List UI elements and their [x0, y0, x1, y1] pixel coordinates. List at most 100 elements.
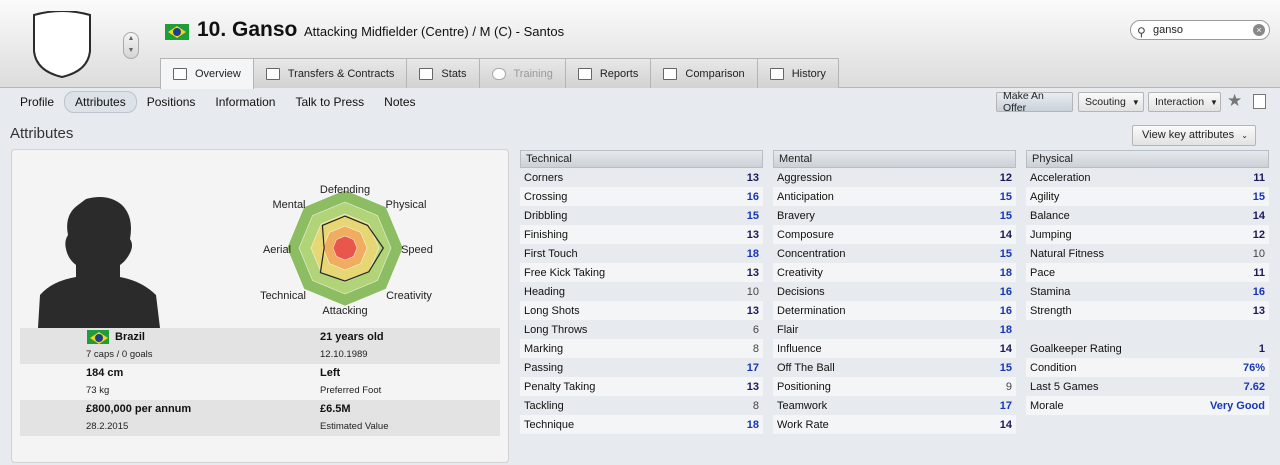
attribute-row[interactable]: Aggression 12	[773, 168, 1016, 187]
attribute-row[interactable]: Composure 14	[773, 225, 1016, 244]
attribute-name: Free Kick Taking	[524, 266, 606, 279]
attribute-name: Decisions	[777, 285, 825, 298]
attribute-row[interactable]: Technique 18	[520, 415, 763, 434]
attribute-value: 13	[746, 380, 759, 393]
attribute-name: Work Rate	[777, 418, 829, 431]
attribute-row[interactable]: Marking 8	[520, 339, 763, 358]
attribute-row[interactable]: Free Kick Taking 13	[520, 263, 763, 282]
add-note-icon[interactable]	[1253, 94, 1266, 109]
attribute-row[interactable]: Stamina 16	[1026, 282, 1269, 301]
attribute-value: 16	[999, 304, 1012, 317]
attribute-row[interactable]: Flair 18	[773, 320, 1016, 339]
subnav-profile[interactable]: Profile	[10, 92, 64, 112]
attribute-row[interactable]: Jumping 12	[1026, 225, 1269, 244]
contract-row: £800,000 per annum 28.2.2015 £6.5M Estim…	[20, 400, 500, 436]
tab-comparison[interactable]: Comparison	[650, 58, 758, 88]
player-name: 10. Ganso	[197, 18, 298, 41]
attribute-value: 14	[999, 228, 1012, 241]
attribute-name: Penalty Taking	[524, 380, 596, 393]
attribute-value: 18	[746, 418, 759, 431]
radar-label: Mental	[272, 199, 305, 211]
attribute-row[interactable]: Influence 14	[773, 339, 1016, 358]
tab-transfers[interactable]: Transfers & Contracts	[252, 58, 408, 88]
attribute-row[interactable]: Teamwork 17	[773, 396, 1016, 415]
tab-history[interactable]: History	[756, 58, 839, 88]
tab-overview[interactable]: Overview	[160, 58, 254, 89]
attribute-row[interactable]: Work Rate 14	[773, 415, 1016, 434]
attribute-row[interactable]: Tackling 8	[520, 396, 763, 415]
attribute-value: 14	[999, 342, 1012, 355]
physical-attributes: Physical Acceleration 11 Agility 15 Balance 1…	[1026, 150, 1269, 415]
attribute-row[interactable]: Strength 13	[1026, 301, 1269, 320]
attribute-value: 18	[746, 247, 759, 260]
attribute-value: 11	[1253, 266, 1265, 279]
interaction-button[interactable]: Interaction ▼	[1148, 92, 1221, 112]
attribute-row[interactable]: Agility 15	[1026, 187, 1269, 206]
attribute-row[interactable]: Crossing 16	[520, 187, 763, 206]
attribute-row[interactable]: Pace 11	[1026, 263, 1269, 282]
attribute-value: 14	[1252, 209, 1265, 222]
attribute-row[interactable]: Penalty Taking 13	[520, 377, 763, 396]
overview-icon	[173, 68, 187, 80]
attribute-row[interactable]: Decisions 16	[773, 282, 1016, 301]
attribute-row[interactable]: Bravery 15	[773, 206, 1016, 225]
attribute-row[interactable]: Dribbling 15	[520, 206, 763, 225]
technical-attributes: Technical Corners 13 Crossing 16 Dribbling 15…	[520, 150, 763, 434]
attribute-name: Long Throws	[524, 323, 588, 336]
attribute-value: 13	[746, 171, 759, 184]
attribute-value: 8	[752, 399, 759, 412]
attribute-value: 76%	[1242, 361, 1265, 374]
tab-stats[interactable]: Stats	[406, 58, 480, 88]
attribute-row[interactable]: Goalkeeper Rating 1	[1026, 339, 1269, 358]
attribute-row[interactable]: Anticipation 15	[773, 187, 1016, 206]
date-of-birth: 12.10.1989	[320, 349, 368, 360]
attribute-name: Marking	[524, 342, 564, 355]
attribute-value: Very Good	[1209, 399, 1265, 412]
player-stepper[interactable]: ▲ ▼	[123, 32, 139, 59]
attribute-value: 13	[746, 266, 759, 279]
attribute-row[interactable]: Acceleration 11	[1026, 168, 1269, 187]
attribute-row[interactable]: Concentration 15	[773, 244, 1016, 263]
scouting-button[interactable]: Scouting ▼	[1078, 92, 1144, 112]
subnav-notes[interactable]: Notes	[374, 92, 425, 112]
attribute-value: 10	[1252, 247, 1265, 260]
attribute-name: Goalkeeper Rating	[1030, 342, 1122, 355]
attribute-value: 14	[999, 418, 1012, 431]
attribute-row[interactable]: Finishing 13	[520, 225, 763, 244]
search-input[interactable]: ⚲ ganso ×	[1130, 20, 1270, 40]
attribute-row[interactable]: Determination 16	[773, 301, 1016, 320]
clear-search-icon[interactable]: ×	[1253, 24, 1265, 36]
subnav-information[interactable]: Information	[205, 92, 285, 112]
attribute-row[interactable]: Balance 14	[1026, 206, 1269, 225]
attribute-row[interactable]: Creativity 18	[773, 263, 1016, 282]
interaction-label: Interaction	[1155, 96, 1205, 108]
make-offer-label: Make An Offer	[1003, 90, 1044, 114]
attribute-row[interactable]: Natural Fitness 10	[1026, 244, 1269, 263]
height: 184 cm	[86, 367, 124, 379]
attribute-row[interactable]: First Touch 18	[520, 244, 763, 263]
attribute-row[interactable]: Corners 13	[520, 168, 763, 187]
view-key-label: View key attributes	[1142, 129, 1235, 141]
attribute-row[interactable]: Passing 17	[520, 358, 763, 377]
subnav-talk-to-press[interactable]: Talk to Press	[285, 92, 374, 112]
cloud-icon	[491, 67, 506, 80]
attribute-row[interactable]: Long Shots 13	[520, 301, 763, 320]
attribute-value: 18	[999, 323, 1012, 336]
subnav-positions[interactable]: Positions	[137, 92, 206, 112]
attribute-row[interactable]: Positioning 9	[773, 377, 1016, 396]
subnav-attributes[interactable]: Attributes	[64, 91, 137, 113]
attribute-row[interactable]: Morale Very Good	[1026, 396, 1269, 415]
tab-reports[interactable]: Reports	[564, 58, 652, 88]
attribute-row[interactable]: Long Throws 6	[520, 320, 763, 339]
attribute-name: Composure	[777, 228, 834, 241]
brazil-flag-icon	[165, 24, 189, 40]
attribute-name: Off The Ball	[777, 361, 835, 374]
star-icon[interactable]: ★	[1227, 91, 1242, 111]
make-offer-button[interactable]: Make An Offer	[996, 90, 1073, 114]
attribute-row[interactable]: Last 5 Games 7.62	[1026, 377, 1269, 396]
view-key-attributes-button[interactable]: View key attributes ⌄	[1132, 125, 1256, 146]
attribute-row[interactable]: Off The Ball 15	[773, 358, 1016, 377]
attribute-row[interactable]: Condition 76%	[1026, 358, 1269, 377]
contract-expiry: 28.2.2015	[86, 421, 129, 432]
attribute-row[interactable]: Heading 10	[520, 282, 763, 301]
